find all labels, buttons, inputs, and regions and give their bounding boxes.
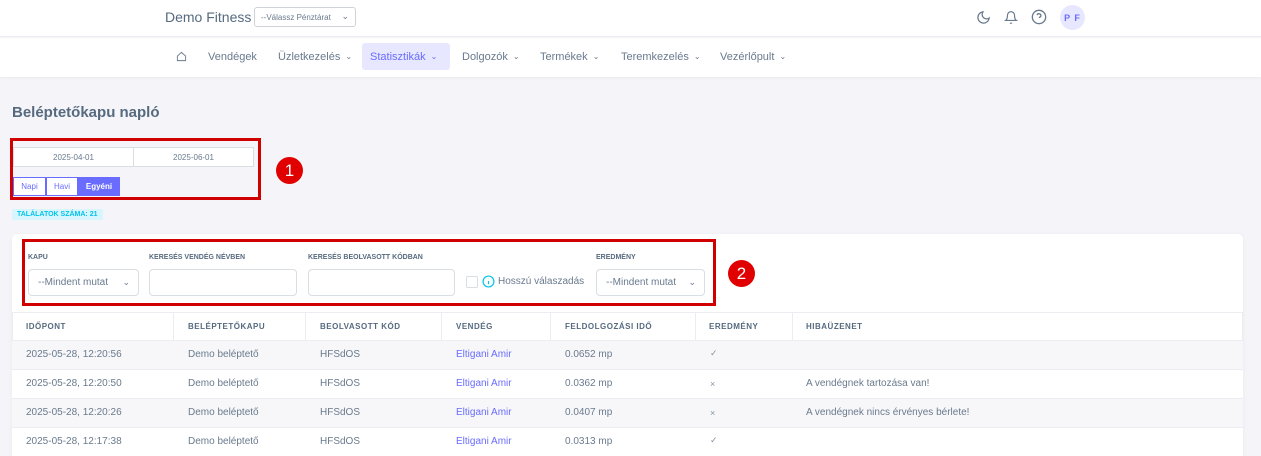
nav-item-guests[interactable]: Vendégek: [200, 43, 265, 70]
row-time: 2025-05-28, 12:20:50: [26, 378, 122, 389]
row-error: A vendégnek tartozása van!: [806, 378, 930, 389]
nav-item-employees[interactable]: Dolgozók ⌄: [454, 43, 528, 70]
nav-item-dashboard[interactable]: Vezérlőpult ⌄: [712, 43, 794, 70]
row-time: 2025-05-28, 12:17:38: [26, 436, 122, 447]
row-duration: 0.0362 mp: [565, 378, 613, 389]
success-check-icon: ✓: [710, 348, 718, 358]
home-icon[interactable]: [168, 43, 195, 70]
column-header-result[interactable]: EREDMÉNY: [709, 312, 758, 340]
nav-item-statistics[interactable]: Statisztikák ⌄: [362, 43, 450, 70]
annotation-badge-2: 2: [728, 260, 755, 287]
nav-item-label: Üzletkezelés: [278, 50, 341, 63]
nav-item-business[interactable]: Üzletkezelés ⌄: [270, 43, 360, 70]
cash-register-select[interactable]: --Válassz Pénztárat ⌄: [254, 7, 356, 27]
column-header-error[interactable]: HIBAÜZENET: [806, 312, 863, 340]
nav-item-label: Vezérlőpult: [720, 50, 775, 63]
row-guest-link[interactable]: Eltigani Amir: [456, 427, 512, 456]
chevron-down-icon: ⌄: [592, 52, 600, 61]
nav-item-label: Statisztikák: [370, 50, 426, 63]
row-duration: 0.0313 mp: [565, 436, 613, 447]
chevron-down-icon: ⌄: [512, 52, 520, 61]
column-header-guest[interactable]: VENDÉG: [456, 312, 493, 340]
cash-register-select-value: --Válassz Pénztárat: [261, 13, 331, 22]
column-header-duration[interactable]: FELDOLGOZÁSI IDŐ: [565, 312, 652, 340]
row-code: HFSdOS: [320, 378, 361, 389]
nav-item-label: Dolgozók: [462, 50, 508, 63]
fail-x-icon: ×: [710, 407, 716, 418]
row-gate: Demo beléptető: [188, 349, 259, 360]
highlight-box-2: [22, 239, 716, 306]
column-header-time[interactable]: IDŐPONT: [26, 312, 66, 340]
highlight-box-1: [10, 138, 261, 200]
row-error: A vendégnek nincs érvényes bérlete!: [806, 407, 970, 418]
row-time: 2025-05-28, 12:20:56: [26, 349, 122, 360]
fail-x-icon: ×: [710, 378, 716, 389]
row-guest-link[interactable]: Eltigani Amir: [456, 398, 512, 427]
chevron-down-icon: ⌄: [345, 52, 353, 61]
nav-item-label: Termékek: [540, 50, 588, 63]
row-duration: 0.0652 mp: [565, 349, 613, 360]
row-guest-link[interactable]: Eltigani Amir: [456, 340, 512, 369]
success-check-icon: ✓: [710, 435, 718, 445]
nav-item-label: Vendégek: [208, 50, 257, 63]
column-header-code[interactable]: BEOLVASOTT KÓD: [320, 312, 400, 340]
row-gate: Demo beléptető: [188, 436, 259, 447]
moon-icon[interactable]: [974, 8, 992, 26]
row-gate: Demo beléptető: [188, 407, 259, 418]
row-code: HFSdOS: [320, 407, 361, 418]
avatar[interactable]: P F: [1060, 5, 1085, 30]
page-title: Beléptetőkapu napló: [12, 104, 160, 121]
row-duration: 0.0407 mp: [565, 407, 613, 418]
nav-item-rooms[interactable]: Teremkezelés ⌄: [613, 43, 709, 70]
row-code: HFSdOS: [320, 349, 361, 360]
row-gate: Demo beléptető: [188, 378, 259, 389]
chevron-down-icon: ⌄: [693, 52, 701, 61]
row-time: 2025-05-28, 12:20:26: [26, 407, 122, 418]
bell-icon[interactable]: [1002, 8, 1020, 26]
nav-item-products[interactable]: Termékek ⌄: [532, 43, 607, 70]
row-guest-link[interactable]: Eltigani Amir: [456, 369, 512, 398]
chevron-down-icon: ⌄: [779, 52, 787, 61]
help-icon[interactable]: [1030, 8, 1048, 26]
brand-name[interactable]: Demo Fitness: [165, 9, 251, 25]
annotation-badge-1: 1: [276, 157, 303, 184]
column-header-gate[interactable]: BELÉPTETŐKAPU: [188, 312, 265, 340]
main-nav: Vendégek Üzletkezelés ⌄ Statisztikák ⌄ D…: [0, 38, 1261, 77]
chevron-down-icon: ⌄: [341, 11, 349, 21]
result-count-badge: TALÁLATOK SZÁMA: 21: [12, 209, 103, 220]
chevron-down-icon: ⌄: [430, 52, 438, 61]
row-code: HFSdOS: [320, 436, 361, 447]
nav-item-label: Teremkezelés: [621, 50, 689, 63]
top-bar: Demo Fitness --Válassz Pénztárat ⌄ P F: [0, 0, 1261, 37]
